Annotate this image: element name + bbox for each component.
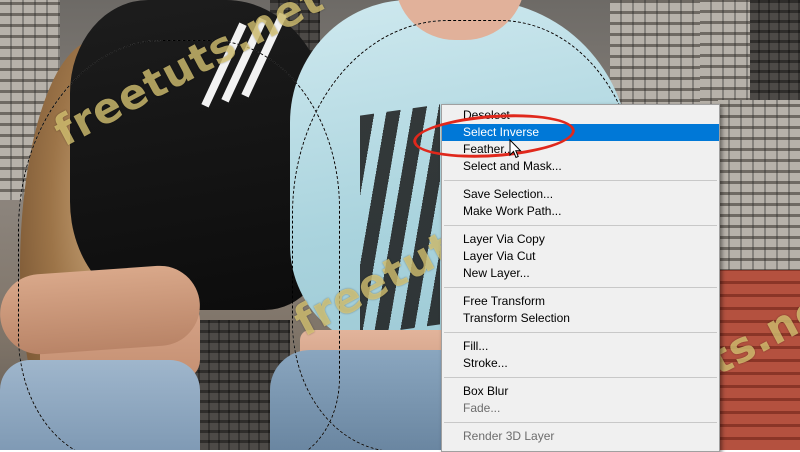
menu-item-fade: Fade... <box>463 401 501 415</box>
menu-item-transform-selection[interactable]: Transform Selection <box>442 310 719 327</box>
menu-item-save-selection[interactable]: Save Selection... <box>442 186 719 203</box>
background-building <box>610 0 700 110</box>
shirt-print <box>360 104 440 336</box>
menu-separator <box>444 332 717 333</box>
menu-item-fill[interactable]: Fill... <box>442 338 719 355</box>
menu-item-box-blur[interactable]: Box Blur <box>442 383 719 400</box>
menu-item-select-and-mask[interactable]: Select and Mask... <box>442 158 719 175</box>
menu-item-deselect[interactable]: Deselect <box>442 107 719 124</box>
arm-left <box>0 263 203 357</box>
menu-separator <box>444 377 717 378</box>
menu-item-stroke[interactable]: Stroke... <box>442 355 719 372</box>
menu-item-layer-via-copy[interactable]: Layer Via Copy <box>442 231 719 248</box>
menu-separator <box>444 287 717 288</box>
menu-item-new-layer[interactable]: New Layer... <box>442 265 719 282</box>
menu-item-layer-via-cut[interactable]: Layer Via Cut <box>442 248 719 265</box>
menu-item-render-3d-layer: Render 3D Layer <box>463 429 555 443</box>
menu-separator <box>444 422 717 423</box>
menu-item-select-inverse[interactable]: Select Inverse <box>442 124 719 141</box>
jeans-right <box>270 350 460 450</box>
context-menu: Deselect Select Inverse Feather... Select a… <box>441 104 720 452</box>
background-building <box>750 0 800 100</box>
background-building <box>718 270 800 450</box>
menu-item-feather[interactable]: Feather... <box>442 141 719 158</box>
menu-separator <box>444 180 717 181</box>
jeans-left <box>0 360 200 450</box>
background-building <box>718 100 800 280</box>
menu-item-make-work-path[interactable]: Make Work Path... <box>442 203 719 220</box>
menu-item-free-transform[interactable]: Free Transform <box>442 293 719 310</box>
menu-separator <box>444 225 717 226</box>
